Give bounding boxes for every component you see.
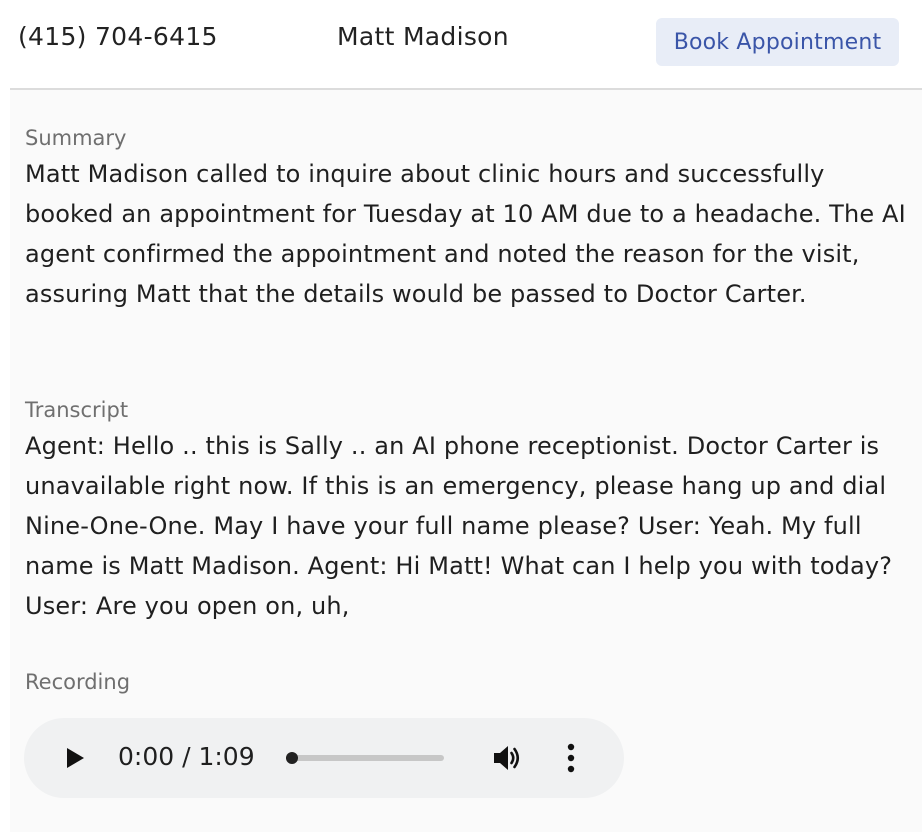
transcript-label: Transcript: [25, 398, 129, 422]
call-header: (415) 704-6415 Matt Madison Book Appoint…: [0, 0, 922, 88]
playback-progress-thumb[interactable]: [286, 752, 299, 764]
caller-name: Matt Madison: [337, 22, 509, 51]
audio-player: 0:00 / 1:09: [24, 718, 624, 798]
recording-label: Recording: [25, 670, 131, 694]
caller-phone-number: (415) 704-6415: [18, 22, 218, 51]
play-icon: [67, 748, 84, 768]
playback-time: 0:00 / 1:09: [118, 742, 255, 771]
more-options-button[interactable]: [556, 741, 586, 775]
book-appointment-button[interactable]: Book Appointment: [656, 18, 899, 66]
transcript-text: Agent: Hello .. this is Sally .. an AI p…: [25, 432, 893, 620]
summary-label: Summary: [25, 126, 127, 150]
more-vertical-icon: [567, 743, 575, 773]
playback-progress-bar[interactable]: [286, 752, 444, 764]
volume-button[interactable]: [490, 741, 524, 775]
play-button[interactable]: [60, 743, 90, 773]
call-details-panel: Summary Matt Madison called to inquire a…: [10, 90, 922, 832]
summary-text: Matt Madison called to inquire about cli…: [25, 160, 906, 308]
volume-icon: [494, 746, 520, 770]
